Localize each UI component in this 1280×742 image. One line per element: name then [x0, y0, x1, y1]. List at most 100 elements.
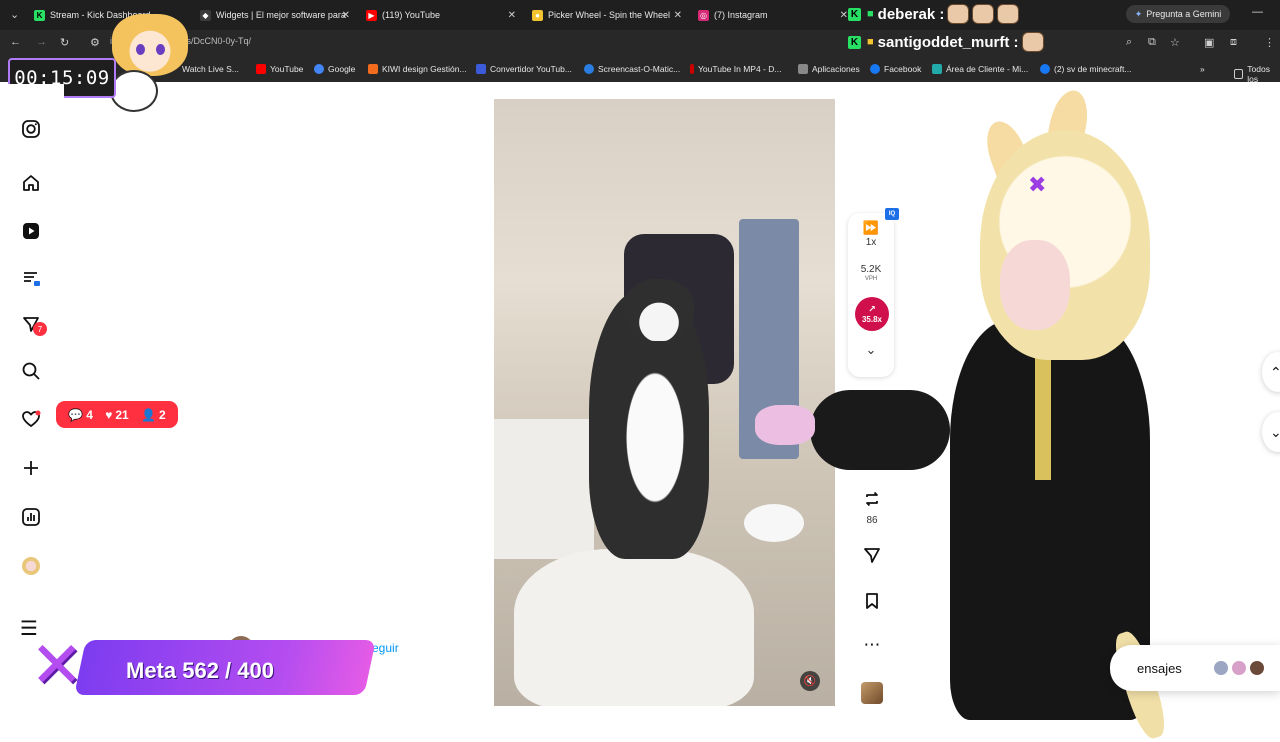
bookmark-convertidor[interactable]: Convertidor YouTub... — [476, 64, 572, 74]
activity-notification-pill[interactable]: 💬 4 ♥ 21 👤 2 — [56, 401, 178, 428]
like-count: ♥ 21 — [105, 407, 129, 422]
chevron-up-icon: ⌃ — [1270, 363, 1280, 380]
bookmark-aplicaciones[interactable]: Aplicaciones — [798, 64, 860, 74]
bookmark-minecraft[interactable]: (2) sv de minecraft... — [1040, 64, 1131, 74]
bookmark-area-cliente[interactable]: Área de Cliente - Mi... — [932, 64, 1028, 74]
search-icon[interactable] — [20, 360, 42, 382]
tab-youtube[interactable]: ▶ (119) YouTube ✕ — [366, 5, 516, 25]
comment-count: 💬 4 — [68, 407, 93, 422]
tab-label: Widgets | El mejor software para — [216, 10, 346, 20]
profile-avatar[interactable] — [20, 555, 42, 577]
cast-icon[interactable]: ⧉ — [1148, 36, 1156, 49]
google-icon — [314, 64, 324, 74]
bookmark-youtube[interactable]: YouTube — [256, 64, 303, 74]
picker-wheel-icon: ● — [532, 9, 543, 21]
all-bookmarks[interactable]: Todos los — [1234, 64, 1280, 84]
minimize-icon[interactable]: — — [1252, 6, 1263, 18]
share-send-icon[interactable] — [861, 544, 883, 566]
audio-thumbnail[interactable] — [861, 682, 883, 704]
close-icon[interactable]: ✕ — [840, 10, 848, 21]
close-icon[interactable]: ✕ — [508, 10, 516, 21]
kick-icon: K — [848, 7, 861, 21]
create-plus-icon[interactable] — [20, 457, 42, 479]
more-options-icon[interactable]: ⋯ — [861, 634, 883, 656]
feed-filter-icon[interactable] — [20, 267, 42, 289]
playback-speed[interactable]: 1x — [848, 237, 894, 248]
tab-label: Picker Wheel - Spin the Wheel — [548, 10, 671, 20]
puzzle-icon[interactable]: ⧈ — [1230, 36, 1237, 49]
tab-label: (119) YouTube — [382, 10, 441, 20]
clock-icon — [110, 70, 158, 112]
heart-icon: ♥ — [105, 407, 113, 422]
kick-icon: K — [34, 9, 45, 21]
reel-video-player[interactable] — [494, 99, 835, 706]
chat-message-2: K ■ santigoddet_murft : — [848, 32, 1044, 52]
bookmark-youtube-mp4[interactable]: YouTube In MP4 - D... — [690, 64, 781, 74]
hair-clip-x-icon: ✖ — [1028, 172, 1047, 197]
person-icon: 👤 — [141, 407, 156, 422]
chat-avatar — [1248, 659, 1266, 677]
sparkle-icon: ✦ — [1134, 8, 1143, 19]
bookmark-screencast[interactable]: Screencast-O-Matic... — [584, 64, 680, 74]
reels-icon[interactable] — [20, 220, 42, 242]
tab-widgets[interactable]: ◆ Widgets | El mejor software para ✕ — [200, 5, 350, 25]
bookmark-kiwi[interactable]: KIWI design Gestión... — [368, 64, 467, 74]
badge-icon: ■ — [867, 36, 874, 48]
chat-avatar — [1230, 659, 1248, 677]
zoom-icon[interactable]: ⌕ — [1126, 36, 1132, 49]
facebook-icon — [870, 64, 880, 74]
cat-emote-icon — [1021, 32, 1044, 52]
folder-icon — [1234, 69, 1244, 79]
ask-gemini-button[interactable]: ✦ Pregunta a Gemini — [1126, 5, 1230, 23]
iq-extension-icon[interactable]: IQ — [885, 208, 899, 220]
bookmark-watch-live[interactable]: Watch Live S... — [182, 64, 239, 74]
gemini-label: Pregunta a Gemini — [1146, 9, 1222, 19]
avatar-face — [1000, 240, 1070, 330]
kick-icon: K — [848, 35, 861, 49]
close-icon[interactable]: ✕ — [342, 10, 350, 21]
follower-count: 👤 2 — [141, 407, 166, 422]
chat-message-1: K ■ deberak : — [848, 4, 1020, 24]
tab-picker-wheel[interactable]: ● Picker Wheel - Spin the Wheel ✕ — [532, 5, 682, 25]
youtube-icon: ▶ — [366, 9, 377, 21]
notifications-heart-icon[interactable] — [20, 408, 42, 430]
instagram-logo-icon[interactable] — [20, 118, 42, 140]
extension-icon[interactable]: ▣ — [1204, 36, 1214, 49]
site-info-icon[interactable]: ⚙ — [90, 36, 100, 49]
forward-icon[interactable]: → — [36, 36, 47, 48]
chibi-mascot-image — [112, 14, 188, 76]
tab-search-icon[interactable]: ⌄ — [10, 8, 19, 21]
avatar-sleeve — [810, 390, 950, 470]
previous-reel-button[interactable]: ⌃ — [1262, 352, 1280, 392]
cat-emote-icon — [997, 4, 1020, 24]
trend-up-icon: ↗ — [868, 304, 876, 314]
reload-icon[interactable]: ↻ — [60, 36, 69, 49]
save-bookmark-icon[interactable] — [861, 590, 883, 612]
notifications-count-badge: 7 — [33, 322, 47, 336]
tab-instagram[interactable]: ◎ (7) Instagram ✕ — [698, 5, 848, 25]
bookmark-google[interactable]: Google — [314, 64, 355, 74]
star-icon[interactable]: ☆ — [1170, 36, 1180, 49]
chevron-down-icon[interactable]: ⌄ — [848, 342, 894, 358]
goal-text: Meta 562 / 400 — [126, 658, 274, 683]
cat-head-shape — [624, 279, 694, 341]
chibi-eye — [136, 44, 145, 55]
bookmark-facebook[interactable]: Facebook — [870, 64, 921, 74]
repost-icon[interactable] — [861, 488, 883, 510]
dashboard-icon[interactable] — [20, 506, 42, 528]
avatar-hand — [755, 405, 815, 445]
close-icon[interactable]: ✕ — [674, 10, 682, 21]
back-icon[interactable]: ← — [10, 36, 21, 48]
mute-toggle-icon[interactable]: 🔇 — [800, 671, 820, 691]
more-bookmarks-icon[interactable]: » — [1200, 64, 1205, 74]
next-reel-button[interactable]: ⌄ — [1262, 412, 1280, 452]
vtuber-avatar-image: ✖ — [755, 87, 1190, 742]
badge-icon: ■ — [867, 8, 874, 20]
menu-icon[interactable]: ⋮ — [1264, 36, 1275, 49]
chibi-eye — [156, 44, 165, 55]
fast-forward-icon[interactable]: ⏩ — [848, 220, 894, 236]
home-icon[interactable] — [20, 172, 42, 194]
client-area-icon — [932, 64, 942, 74]
x-logo-icon: ✕ — [30, 629, 84, 701]
browser-tab-bar: ⌄ K Stream - Kick Dashboard ◆ Widgets | … — [0, 0, 1280, 30]
